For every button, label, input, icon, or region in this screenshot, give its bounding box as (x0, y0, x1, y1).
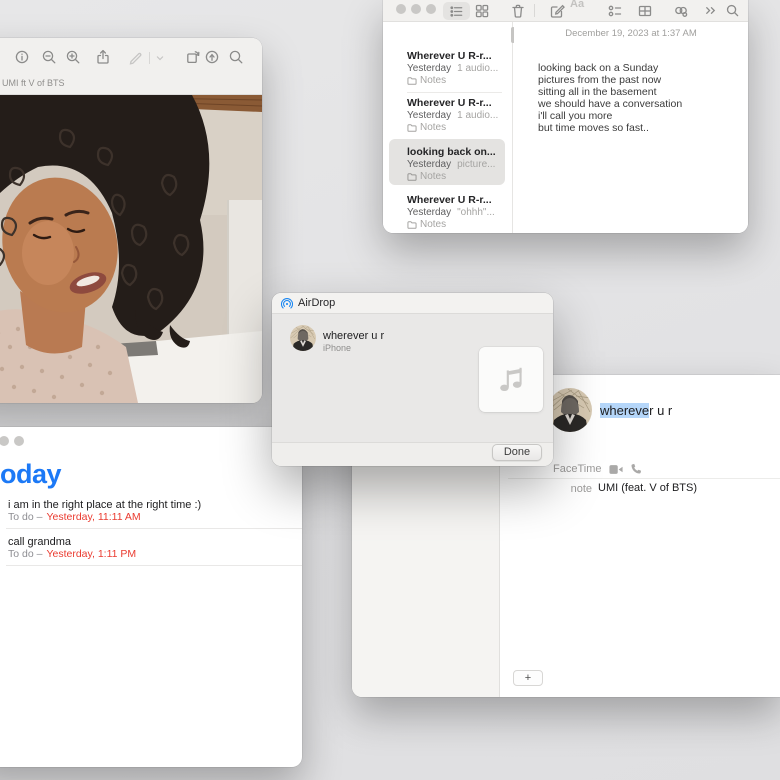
note-field-value[interactable]: UMI (feat. V of BTS) (598, 482, 697, 494)
trash-icon[interactable] (510, 3, 526, 19)
notes-toolbar: Aa (383, 0, 748, 22)
facetime-label: FaceTime (553, 463, 602, 475)
media-viewer-window: UMI ft V of BTS (0, 38, 262, 403)
search-icon[interactable] (725, 3, 740, 18)
zoom-button[interactable] (14, 436, 24, 446)
zoom-button[interactable] (426, 4, 436, 14)
desktop-background: Aa Wherever U R-r... Yesterday1 audio... (0, 0, 780, 780)
list-divider (407, 92, 502, 93)
row-divider (508, 478, 780, 479)
note-list-item[interactable]: Wherever U R-r... Yesterday1 audio... No… (407, 50, 504, 86)
video-camera-icon[interactable] (609, 464, 623, 475)
music-note-icon (494, 363, 528, 397)
shared-file-thumbnail[interactable] (479, 347, 543, 412)
add-field-button[interactable]: + (513, 670, 543, 686)
note-list-item[interactable]: Wherever U R-r... Yesterday"ohhh"... Not… (407, 194, 504, 230)
notes-sidebar: Wherever U R-r... Yesterday1 audio... No… (383, 22, 513, 233)
folder-icon (407, 76, 417, 85)
note-line: but time moves so fast.. (538, 122, 649, 134)
note-date-header: December 19, 2023 at 1:37 AM (514, 28, 748, 39)
selected-text: whereve (600, 403, 649, 418)
list-view-icon[interactable] (449, 4, 464, 19)
note-field-label: note (542, 483, 592, 495)
folder-icon (407, 220, 417, 229)
minimize-button[interactable] (411, 4, 421, 14)
gallery-view-icon[interactable] (474, 3, 490, 19)
table-icon[interactable] (637, 3, 653, 19)
toolbar-separator (534, 4, 535, 17)
facetime-row: FaceTime (553, 463, 642, 475)
share-icon[interactable] (95, 49, 111, 65)
search-icon[interactable] (228, 49, 244, 65)
phone-icon[interactable] (630, 463, 642, 475)
note-line: i'll call you more (538, 110, 612, 122)
reminders-list-title: oday (0, 459, 61, 490)
airdrop-device-name[interactable]: wherever u r (323, 330, 384, 342)
reminder-meta: To do –Yesterday, 1:11 PM (8, 548, 136, 560)
airdrop-device-kind: iPhone (323, 343, 351, 353)
zoom-in-icon[interactable] (65, 49, 81, 65)
rotate-icon[interactable] (185, 49, 201, 65)
more-chevrons-icon[interactable] (703, 3, 718, 18)
reminder-item[interactable]: call grandma (8, 536, 71, 548)
note-list-item[interactable]: Wherever U R-r... Yesterday1 audio... No… (407, 97, 504, 133)
airdrop-window: AirDrop wherever u r iPhone Done (272, 293, 553, 466)
reminder-meta: To do –Yesterday, 11:11 AM (8, 511, 141, 523)
viewer-toolbar: UMI ft V of BTS (0, 38, 262, 95)
video-frame[interactable] (0, 95, 262, 403)
airdrop-title: AirDrop (298, 297, 335, 309)
annotate-circle-icon[interactable] (204, 49, 220, 65)
checklist-icon[interactable] (607, 3, 623, 19)
info-icon[interactable] (14, 49, 30, 65)
done-button[interactable]: Done (492, 444, 542, 461)
airdrop-header: AirDrop (272, 293, 553, 314)
close-button[interactable] (396, 4, 406, 14)
markup-pen-icon[interactable] (128, 49, 144, 65)
minimize-button[interactable] (0, 436, 9, 446)
contact-name[interactable]: wherever u r (600, 403, 672, 418)
note-editor[interactable]: December 19, 2023 at 1:37 AM looking bac… (514, 22, 748, 233)
airdrop-device-avatar[interactable] (290, 325, 316, 351)
viewer-title: UMI ft V of BTS (2, 78, 65, 88)
list-divider (6, 528, 302, 529)
folder-icon (407, 123, 417, 132)
note-line: we should have a conversation (538, 98, 682, 110)
note-line: looking back on a Sunday (538, 62, 658, 74)
note-line: pictures from the past now (538, 74, 661, 86)
new-note-icon[interactable] (549, 3, 565, 19)
photo-of-person (0, 95, 262, 403)
folder-icon (407, 172, 417, 181)
list-divider (6, 565, 302, 566)
contact-avatar (548, 388, 592, 432)
reminders-window: oday i am in the right place at the righ… (0, 427, 302, 767)
reminder-item[interactable]: i am in the right place at the right tim… (8, 499, 201, 511)
notes-window: Aa Wherever U R-r... Yesterday1 audio... (383, 0, 748, 233)
airdrop-footer: Done (272, 442, 553, 466)
chevron-down-icon[interactable] (154, 52, 166, 64)
zoom-out-icon[interactable] (41, 49, 57, 65)
note-list-item-selected[interactable]: looking back on... Yesterdaypicture... N… (407, 146, 504, 182)
airdrop-icon (281, 298, 293, 310)
note-line: sitting all in the basement (538, 86, 656, 98)
toolbar-separator (149, 52, 150, 64)
link-icon[interactable] (673, 3, 689, 19)
